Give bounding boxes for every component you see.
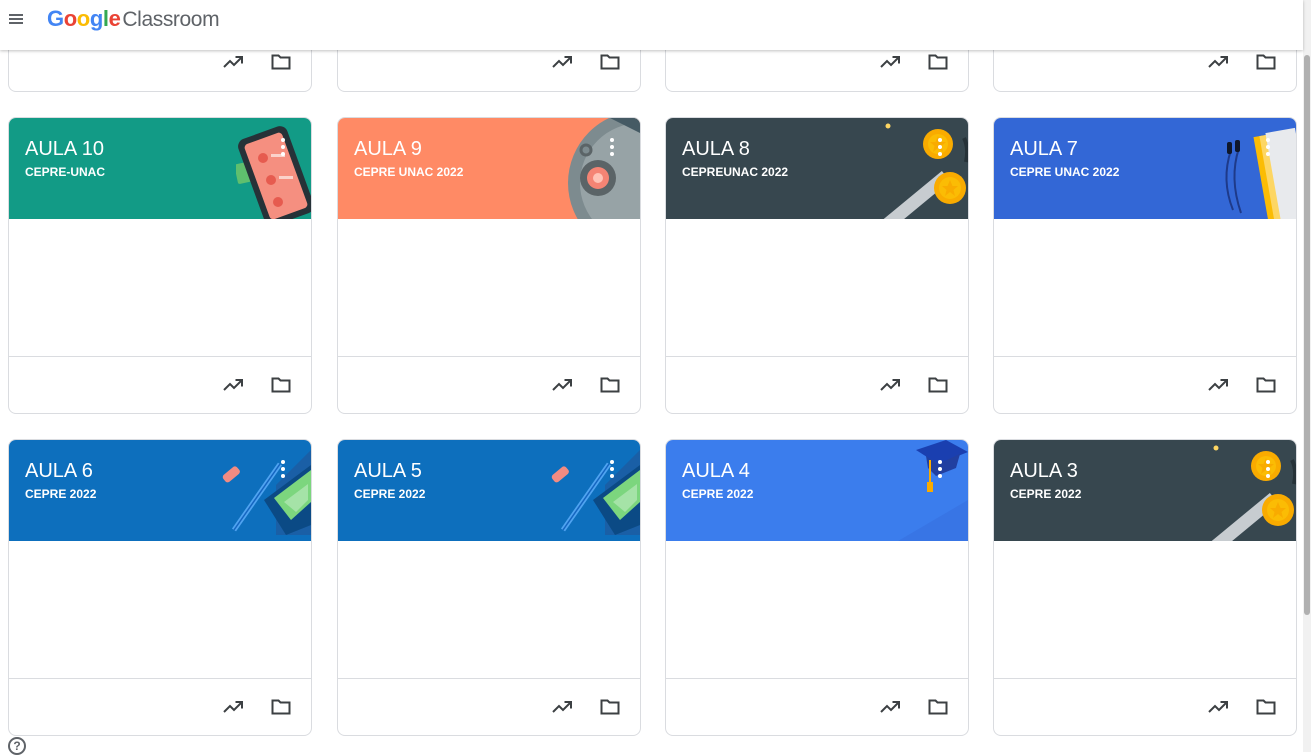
class-section: CEPRE 2022 — [25, 487, 97, 501]
more-options-icon[interactable] — [279, 460, 287, 478]
trending-up-icon[interactable] — [221, 50, 245, 74]
logo-letter: g — [89, 6, 103, 31]
class-card-header[interactable]: AULA 4 CEPRE 2022 — [666, 440, 968, 541]
trending-up-icon[interactable] — [878, 50, 902, 74]
class-section: CEPRE UNAC 2022 — [354, 165, 464, 179]
folder-icon[interactable] — [926, 695, 950, 719]
folder-icon[interactable] — [598, 695, 622, 719]
trending-up-icon[interactable] — [878, 695, 902, 719]
science-illustration — [568, 118, 640, 219]
class-section: CEPRE-UNAC — [25, 165, 106, 179]
class-title[interactable]: AULA 3 — [1010, 459, 1078, 483]
class-card-header[interactable]: AULA 9 CEPRE UNAC 2022 — [338, 118, 640, 219]
more-options-icon[interactable] — [936, 460, 944, 478]
pencil-illustration — [222, 450, 311, 535]
class-title[interactable]: AULA 10 — [25, 137, 104, 161]
medals-illustration — [883, 123, 968, 219]
folder-icon[interactable] — [269, 373, 293, 397]
logo-letter: G — [47, 6, 64, 31]
folder-icon[interactable] — [269, 695, 293, 719]
class-card-actions — [9, 678, 311, 735]
folder-icon[interactable] — [598, 373, 622, 397]
class-card-actions — [666, 356, 968, 413]
more-options-icon[interactable] — [1264, 138, 1272, 156]
graduation-cap-illustration — [898, 440, 968, 541]
trending-up-icon[interactable] — [878, 373, 902, 397]
class-card-actions — [9, 356, 311, 413]
folder-icon[interactable] — [598, 50, 622, 74]
class-card[interactable]: AULA 6 CEPRE 2022 — [8, 439, 312, 736]
page-scrollbar[interactable] — [1303, 0, 1311, 752]
class-title[interactable]: AULA 9 — [354, 137, 422, 161]
more-options-icon[interactable] — [279, 138, 287, 156]
folder-icon[interactable] — [269, 50, 293, 74]
google-classroom-logo[interactable]: GoogleClassroom — [47, 5, 220, 34]
class-section: CEPRE 2022 — [682, 487, 754, 501]
books-illustration — [1225, 127, 1296, 219]
more-options-icon[interactable] — [608, 460, 616, 478]
class-card[interactable]: AULA 5 CEPRE 2022 — [337, 439, 641, 736]
logo-product-name: Classroom — [122, 8, 220, 31]
class-card-actions — [338, 356, 640, 413]
class-card-header[interactable]: AULA 7 CEPRE UNAC 2022 — [994, 118, 1296, 219]
class-card-actions — [994, 678, 1296, 735]
trending-up-icon[interactable] — [550, 373, 574, 397]
top-app-bar: GoogleClassroom — [0, 0, 1303, 50]
class-card[interactable]: AULA 9 CEPRE UNAC 2022 — [337, 117, 641, 414]
class-card[interactable]: AULA 7 CEPRE UNAC 2022 — [993, 117, 1297, 414]
pencil-illustration — [551, 450, 640, 535]
class-card[interactable]: AULA 3 CEPRE 2022 — [993, 439, 1297, 736]
logo-letter: e — [108, 6, 121, 31]
folder-icon[interactable] — [926, 373, 950, 397]
logo-letter: o — [63, 6, 77, 31]
folder-icon[interactable] — [926, 50, 950, 74]
medals-illustration — [1211, 445, 1296, 541]
trending-up-icon[interactable] — [1206, 50, 1230, 74]
class-section: CEPREUNAC 2022 — [682, 165, 789, 179]
class-card-header[interactable]: AULA 10 CEPRE-UNAC — [9, 118, 311, 219]
phone-illustration — [236, 126, 311, 219]
class-card-header[interactable]: AULA 5 CEPRE 2022 — [338, 440, 640, 541]
trending-up-icon[interactable] — [1206, 373, 1230, 397]
class-card-actions — [666, 678, 968, 735]
class-card-header[interactable]: AULA 8 CEPREUNAC 2022 — [666, 118, 968, 219]
folder-icon[interactable] — [1254, 50, 1278, 74]
class-card-header[interactable]: AULA 6 CEPRE 2022 — [9, 440, 311, 541]
trending-up-icon[interactable] — [221, 373, 245, 397]
class-card-actions — [994, 356, 1296, 413]
trending-up-icon[interactable] — [1206, 695, 1230, 719]
class-card-actions — [338, 678, 640, 735]
logo-letter: o — [76, 6, 90, 31]
class-section: CEPRE UNAC 2022 — [1010, 165, 1120, 179]
more-options-icon[interactable] — [1264, 460, 1272, 478]
class-card[interactable]: AULA 8 CEPREUNAC 2022 — [665, 117, 969, 414]
folder-icon[interactable] — [1254, 695, 1278, 719]
folder-icon[interactable] — [1254, 373, 1278, 397]
trending-up-icon[interactable] — [550, 50, 574, 74]
class-card-header[interactable]: AULA 3 CEPRE 2022 — [994, 440, 1296, 541]
class-title[interactable]: AULA 4 — [682, 459, 750, 483]
class-title[interactable]: AULA 7 — [1010, 137, 1078, 161]
more-options-icon[interactable] — [608, 138, 616, 156]
class-card[interactable]: AULA 10 CEPRE-UNAC — [8, 117, 312, 414]
help-icon[interactable]: ? — [8, 737, 26, 755]
class-title[interactable]: AULA 6 — [25, 459, 93, 483]
more-options-icon[interactable] — [936, 138, 944, 156]
class-title[interactable]: AULA 5 — [354, 459, 422, 483]
class-card[interactable]: AULA 4 CEPRE 2022 — [665, 439, 969, 736]
main-menu-icon[interactable] — [8, 11, 24, 27]
trending-up-icon[interactable] — [221, 695, 245, 719]
class-section: CEPRE 2022 — [354, 487, 426, 501]
scrollbar-thumb[interactable] — [1304, 55, 1310, 615]
class-title[interactable]: AULA 8 — [682, 137, 750, 161]
class-section: CEPRE 2022 — [1010, 487, 1082, 501]
trending-up-icon[interactable] — [550, 695, 574, 719]
